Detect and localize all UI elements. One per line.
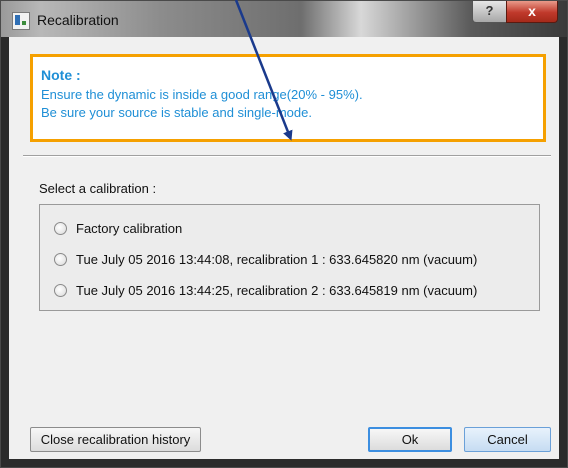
help-button[interactable]: ?: [472, 1, 507, 23]
radio-button[interactable]: [54, 252, 67, 266]
option-factory-calibration[interactable]: Factory calibration: [54, 219, 182, 237]
close-window-button[interactable]: x: [506, 1, 558, 23]
dialog-body: Note : Ensure the dynamic is inside a go…: [9, 37, 559, 459]
option-recalibration-2[interactable]: Tue July 05 2016 13:44:25, recalibration…: [54, 281, 477, 299]
select-calibration-label: Select a calibration :: [39, 181, 157, 196]
radio-button[interactable]: [54, 283, 67, 297]
cancel-button[interactable]: Cancel: [464, 427, 551, 452]
note-box: Note : Ensure the dynamic is inside a go…: [30, 54, 546, 142]
window-title: Recalibration: [37, 12, 119, 28]
title-bar[interactable]: Recalibration ? x: [1, 1, 567, 37]
note-line-dynamic-range: Ensure the dynamic is inside a good rang…: [41, 87, 363, 102]
note-title: Note :: [41, 67, 81, 83]
recalibration-window: Recalibration ? x Note : Ensure the dyna…: [0, 0, 568, 468]
option-label: Factory calibration: [76, 220, 183, 236]
note-line-source-stable: Be sure your source is stable and single…: [41, 105, 312, 120]
option-recalibration-1[interactable]: Tue July 05 2016 13:44:08, recalibration…: [54, 250, 477, 268]
close-recalibration-history-button[interactable]: Close recalibration history: [30, 427, 201, 452]
option-label: Tue July 05 2016 13:44:25, recalibration…: [76, 282, 478, 298]
option-label: Tue July 05 2016 13:44:08, recalibration…: [76, 251, 478, 267]
app-icon: [12, 12, 30, 30]
separator: [23, 155, 551, 157]
calibration-options-group: Factory calibration Tue July 05 2016 13:…: [39, 204, 540, 311]
radio-button[interactable]: [54, 221, 67, 235]
ok-button[interactable]: Ok: [368, 427, 452, 452]
